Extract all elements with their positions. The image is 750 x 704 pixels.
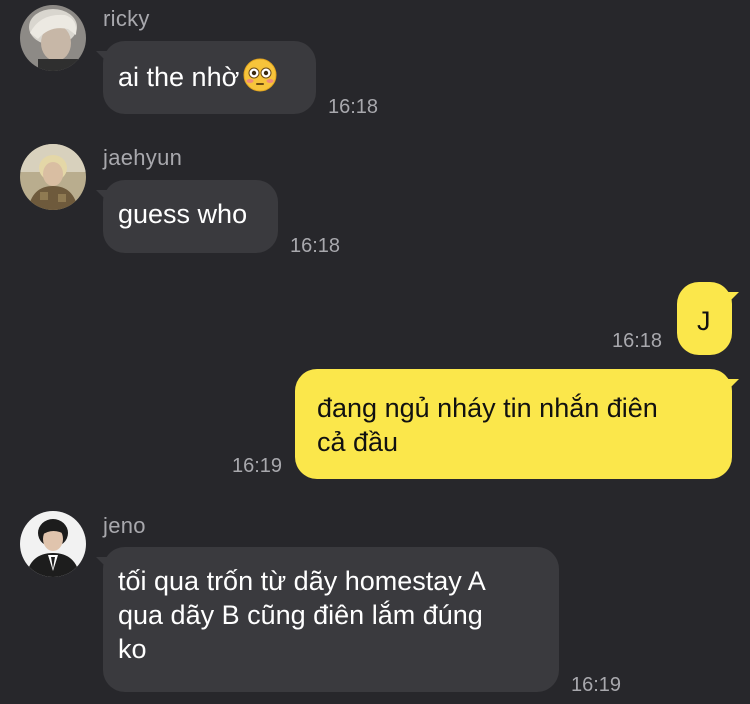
message-bubble[interactable]: đang ngủ nháy tin nhắn điên cả đầu <box>295 369 739 479</box>
message-bubble[interactable]: ai the nhờ <box>96 41 316 114</box>
avatar-ricky[interactable] <box>20 5 86 71</box>
message-text-line: tối qua trốn từ dãy homestay A <box>118 566 486 596</box>
message-timestamp: 16:18 <box>290 235 341 257</box>
message-timestamp: 16:19 <box>232 455 283 477</box>
message-text-line: qua dãy B cũng điên lắm đúng <box>118 600 483 630</box>
flushed-face-emoji <box>243 58 277 92</box>
message-text-line: cả đầu <box>317 427 399 457</box>
jaehyun-avatar-photo <box>20 144 86 210</box>
ricky-avatar-photo <box>20 5 86 71</box>
message-bubble[interactable]: J <box>677 282 739 355</box>
message-text: ai the nhờ <box>118 62 240 92</box>
message-text: J <box>697 306 711 336</box>
jeno-avatar-photo <box>20 511 86 577</box>
avatar-jaehyun[interactable] <box>20 144 86 210</box>
sender-name: ricky <box>103 6 150 31</box>
sender-name: jaehyun <box>103 145 183 170</box>
message-text: guess who <box>118 199 248 229</box>
message-bubble[interactable]: guess who <box>96 180 278 253</box>
message-timestamp: 16:18 <box>612 330 663 352</box>
chat-thread: ricky ai the nhờ 16:18 jaehyun guess who <box>0 0 750 704</box>
avatar-jeno[interactable] <box>20 511 86 577</box>
message-bubble[interactable]: tối qua trốn từ dãy homestay A qua dãy B… <box>96 547 559 692</box>
message-timestamp: 16:18 <box>328 96 379 118</box>
message-text-line: đang ngủ nháy tin nhắn điên <box>317 393 658 423</box>
message-text-line: ko <box>118 634 147 664</box>
message-timestamp: 16:19 <box>571 674 622 696</box>
sender-name: jeno <box>103 513 146 538</box>
